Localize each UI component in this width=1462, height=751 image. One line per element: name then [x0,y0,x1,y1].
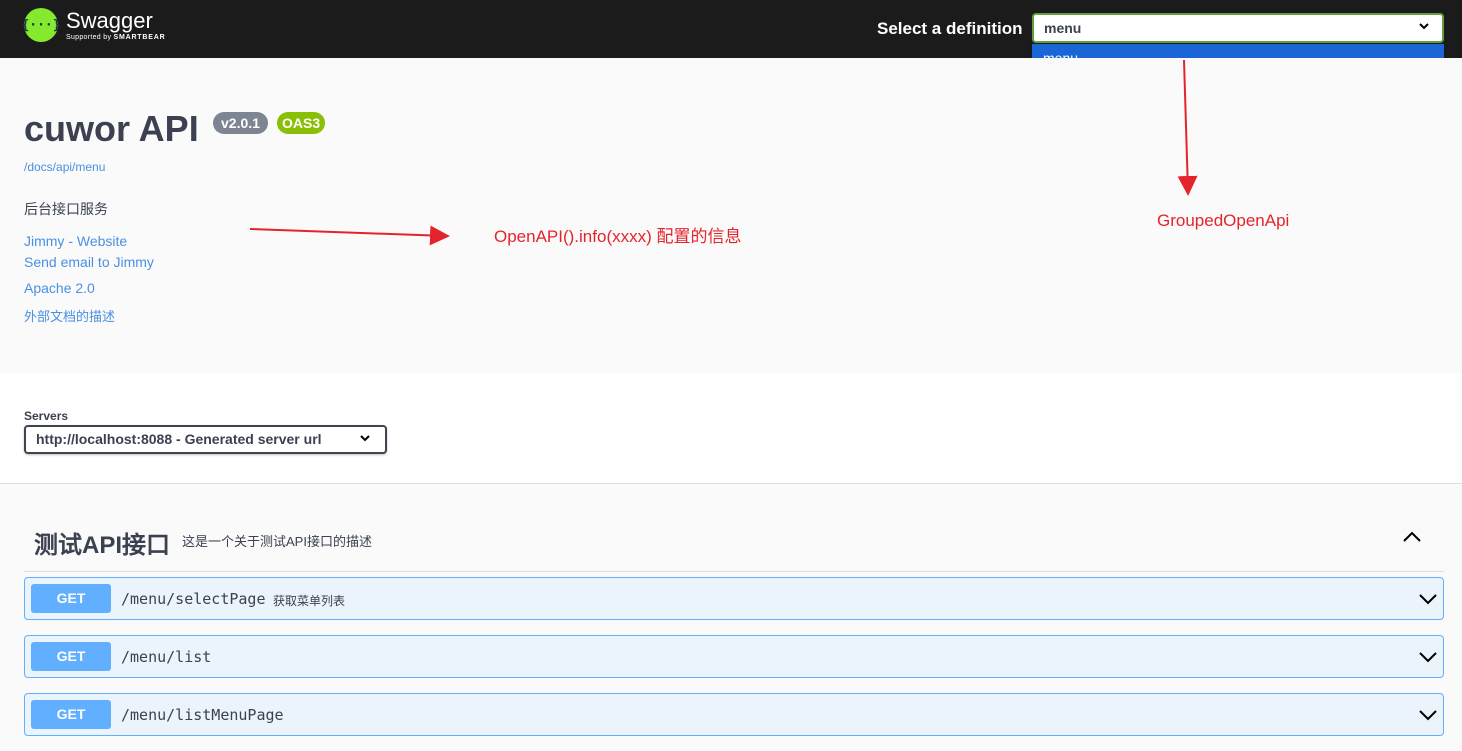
group-annotation: GroupedOpenApi [1157,211,1290,230]
info-arrow [249,225,450,246]
info-annotation: OpenAPI().info(xxxx) 配置的信息 [494,227,742,246]
annotation-arrows [249,59,1198,246]
group-arrow [1177,59,1198,196]
